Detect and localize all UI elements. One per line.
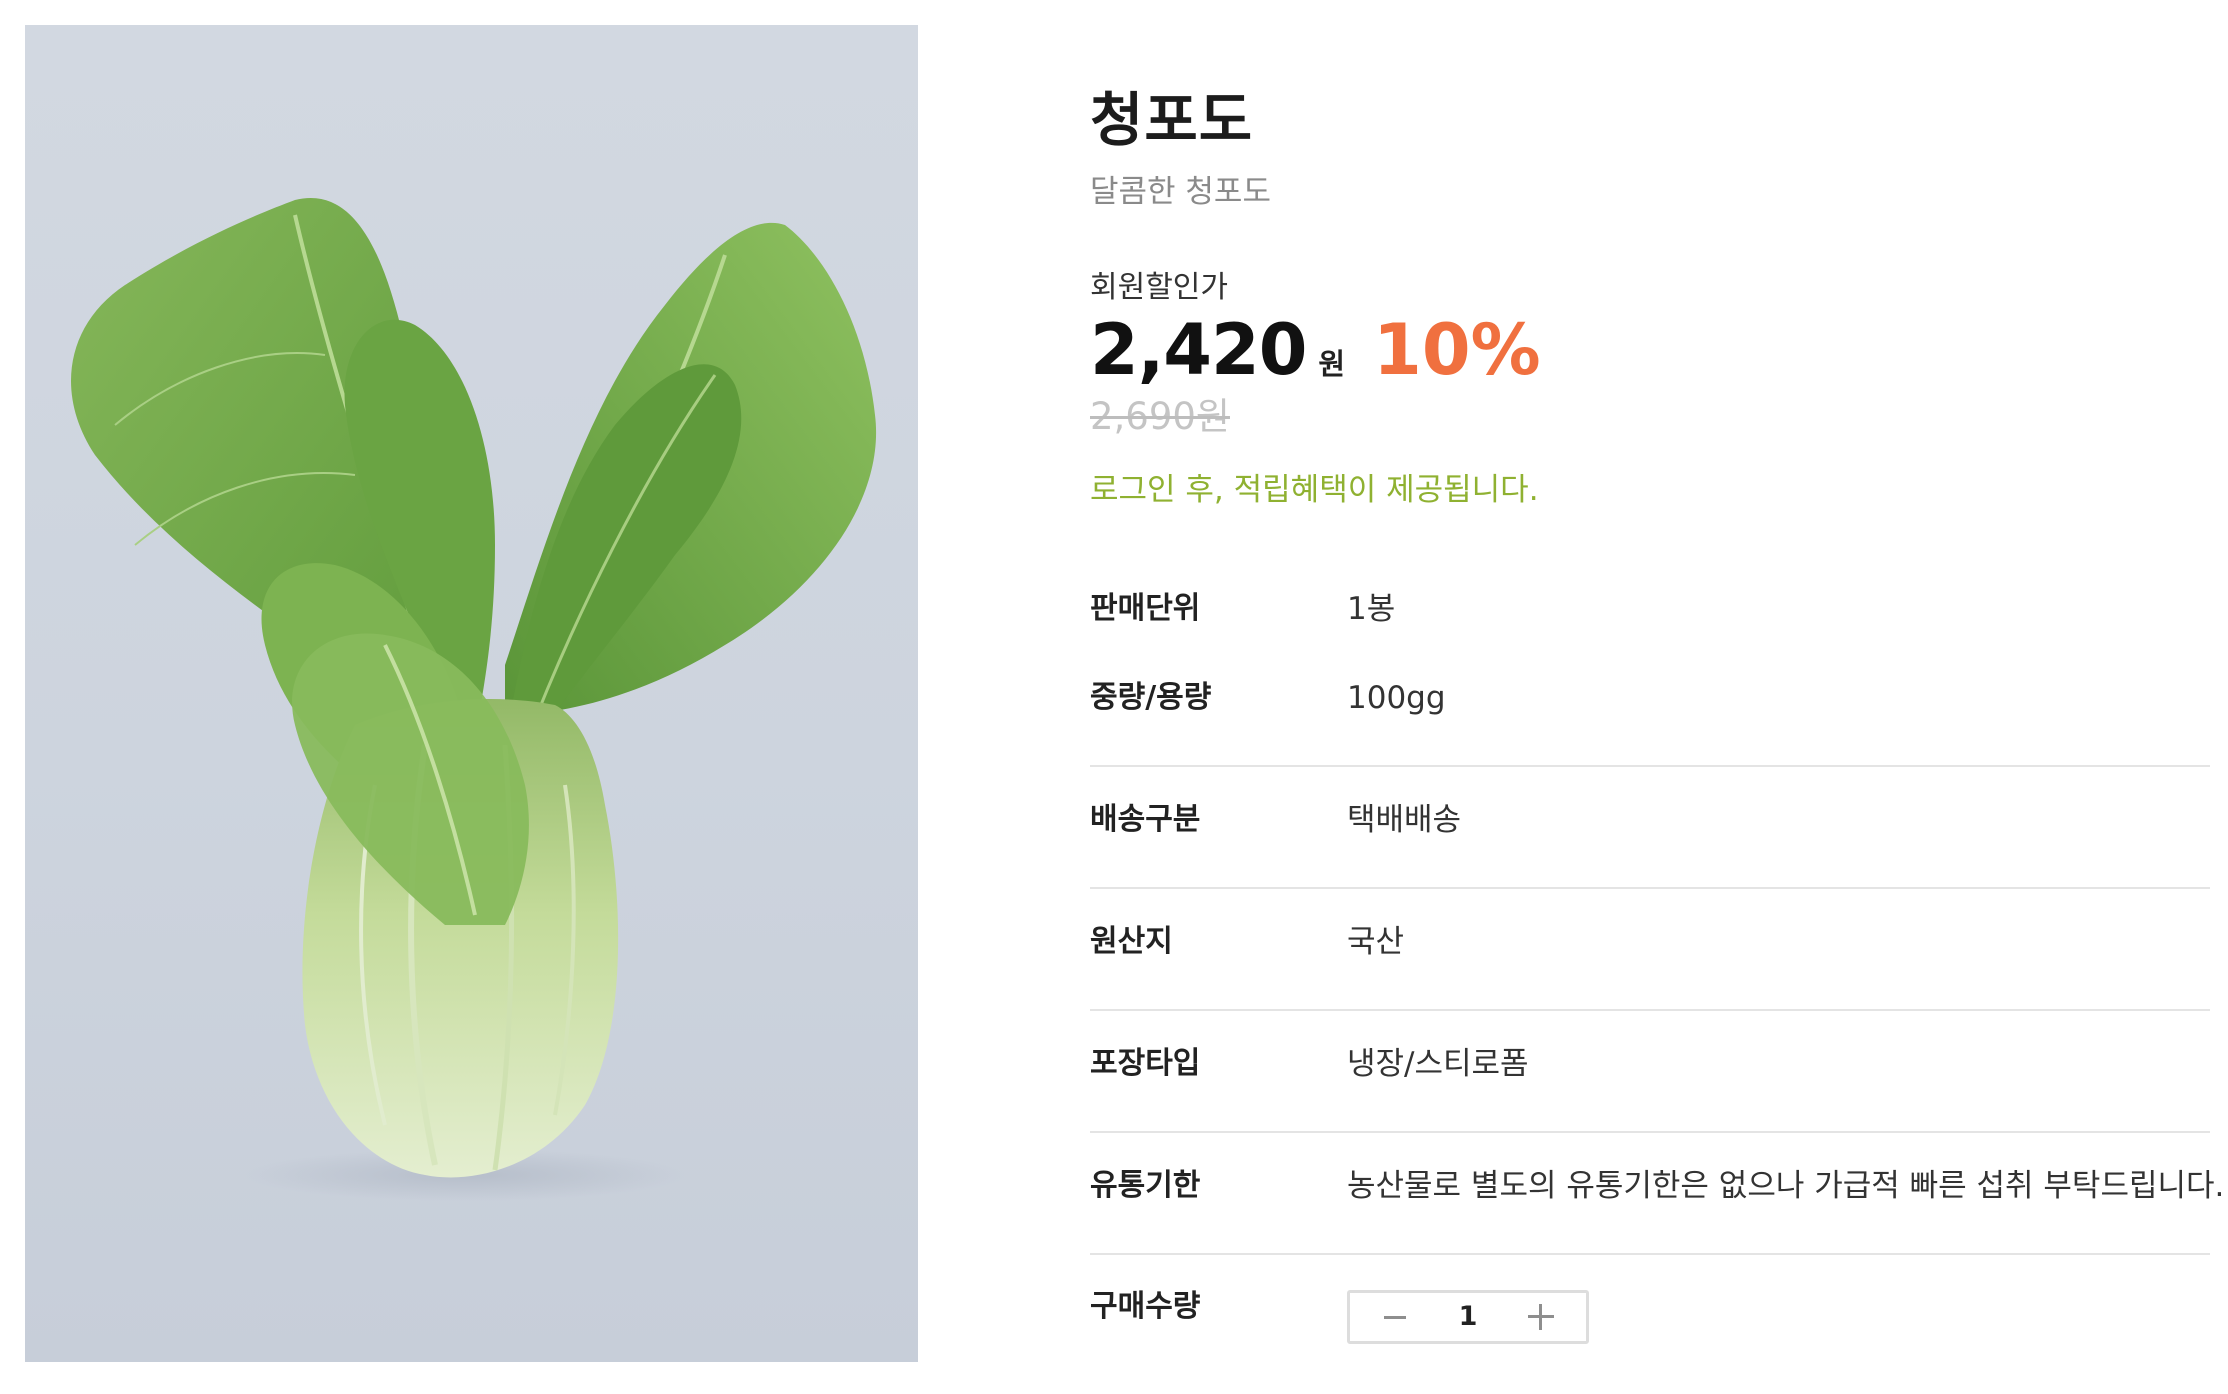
divider [1090, 1009, 2210, 1011]
price-unit: 원 [1318, 347, 1346, 381]
spec-label: 중량/용량 [1090, 680, 1212, 715]
minus-icon [1384, 1315, 1406, 1319]
spec-label: 판매단위 [1090, 591, 1201, 626]
divider [1090, 765, 2210, 767]
product-subtitle: 달콤한 청포도 [1090, 174, 1271, 210]
spec-label: 배송구분 [1090, 802, 1201, 837]
discount-rate: 10% [1373, 309, 1541, 391]
quantity-stepper: 1 [1347, 1290, 1589, 1344]
increase-quantity-button[interactable] [1508, 1293, 1574, 1341]
spec-value: 냉장/스티로폼 [1347, 1046, 1529, 1082]
spec-value: 100gg [1347, 680, 1446, 716]
divider [1090, 1131, 2210, 1133]
original-price: 2,690원 [1090, 395, 1230, 438]
divider [1090, 1253, 2210, 1255]
spec-label: 원산지 [1090, 924, 1173, 959]
product-title: 청포도 [1090, 86, 1254, 154]
spec-value: 택배배송 [1347, 802, 1462, 838]
spec-label: 유통기한 [1090, 1168, 1201, 1203]
spec-value: 1봉 [1347, 591, 1396, 627]
spec-value: 국산 [1347, 924, 1405, 960]
quantity-value[interactable]: 1 [1428, 1293, 1508, 1341]
product-image [25, 25, 918, 1362]
price-row: 2,420 원 10% [1090, 310, 1541, 390]
spec-label: 포장타입 [1090, 1046, 1201, 1081]
product-info-panel: 청포도 달콤한 청포도 회원할인가 2,420 원 10% 2,690원 로그인 후… [1090, 0, 2224, 1394]
reward-point-notice: 로그인 후, 적립혜택이 제공됩니다. [1090, 472, 1539, 508]
decrease-quantity-button[interactable] [1362, 1293, 1428, 1341]
spec-value: 농산물로 별도의 유통기한은 없으나 가급적 빠른 섭취 부탁드립니다. [1347, 1168, 2225, 1204]
member-price-label: 회원할인가 [1090, 270, 1228, 305]
plus-icon [1528, 1304, 1554, 1330]
sale-price: 2,420 [1090, 309, 1307, 391]
quantity-label: 구매수량 [1090, 1289, 1201, 1324]
divider [1090, 887, 2210, 889]
